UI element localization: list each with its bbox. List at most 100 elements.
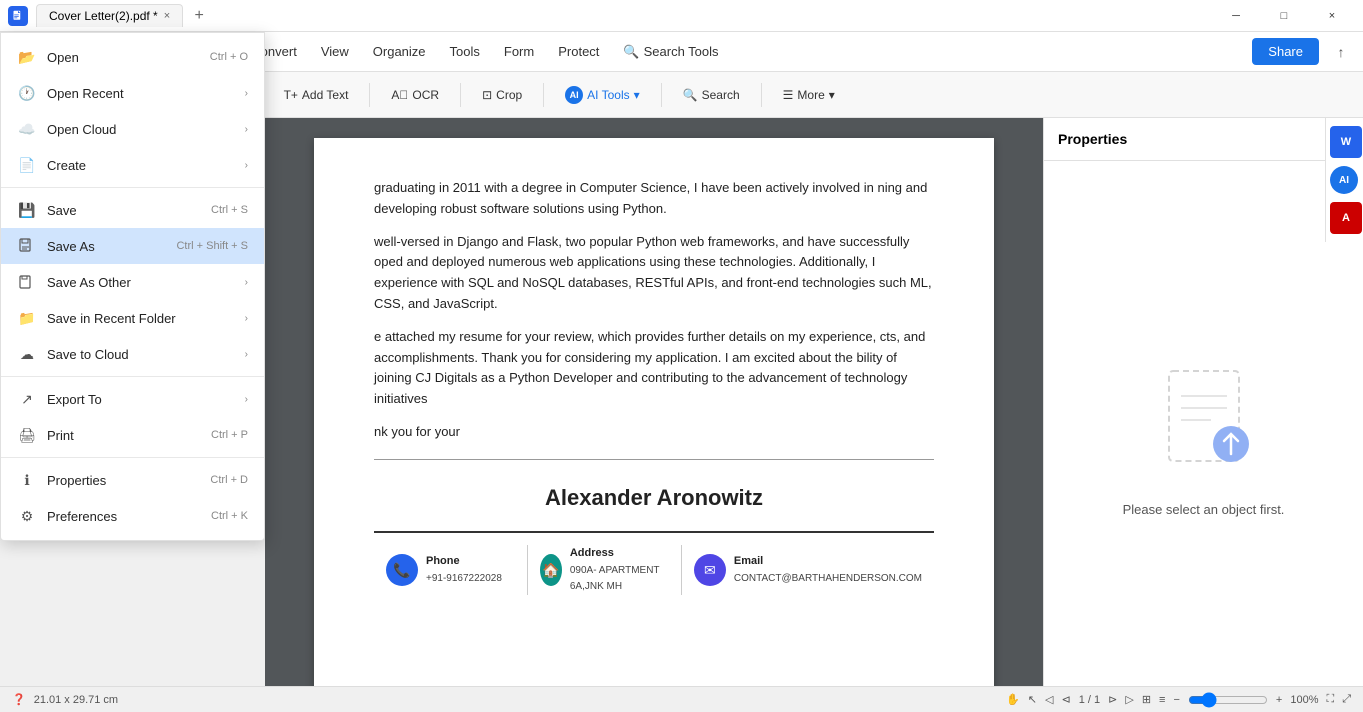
properties-panel-title: Properties [1058,131,1127,147]
upload-button[interactable]: ↑ [1327,38,1355,66]
properties-icon: ℹ [17,470,37,490]
empty-state-text: Please select an object first. [1123,502,1285,517]
close-button[interactable]: × [1309,0,1355,32]
menu-save-as-other[interactable]: Save As Other › [1,264,264,300]
ai-tools-arrow: ▾ [634,88,640,102]
tab-close-button[interactable]: × [164,10,170,22]
contact-address: 🏠 Address 090A- APARTMENT 6A,JNK MH [528,545,682,595]
more-button[interactable]: ☰ More ▾ [774,82,844,108]
toolbar-separator-8 [761,83,762,107]
page-last[interactable]: ⊳ [1108,693,1117,706]
save-icon: 💾 [17,200,37,220]
email-label: Email [734,553,922,571]
ai-tools-button[interactable]: AI AI Tools ▾ [556,80,649,110]
search-tools-icon: 🔍 [623,44,639,60]
address-value: 090A- APARTMENT 6A,JNK MH [570,563,669,595]
minimize-button[interactable]: ─ [1213,0,1259,32]
email-value: CONTACT@BARTHAHENDERSON.COM [734,571,922,587]
ai-icon: AI [565,86,583,104]
help-icon[interactable]: ❓ [12,693,26,706]
menu-view[interactable]: View [311,40,359,63]
zoom-slider[interactable] [1188,692,1268,708]
search-button[interactable]: 🔍 Search [674,82,749,108]
author-name: Alexander Aronowitz [374,480,934,515]
email-icon: ✉ [694,554,726,586]
menu-save-cloud[interactable]: ☁ Save to Cloud › [1,336,264,372]
window-controls: ─ □ × [1213,0,1355,32]
print-icon: 🖨 [17,425,37,445]
ai-sidebar-icon[interactable]: AI [1330,166,1358,194]
document-area[interactable]: graduating in 2011 with a degree in Comp… [265,118,1043,712]
menu-create[interactable]: 📄 Create › [1,147,264,183]
menu-properties[interactable]: ℹ Properties Ctrl + D [1,462,264,498]
maximize-button[interactable]: □ [1261,0,1307,32]
ocr-button[interactable]: A⃞ OCR [382,82,448,108]
acrobat-sidebar-icon[interactable]: A [1330,202,1362,234]
contact-email: ✉ Email CONTACT@BARTHAHENDERSON.COM [682,545,934,595]
file-menu-separator-2 [1,376,264,377]
menu-save[interactable]: 💾 Save Ctrl + S [1,192,264,228]
create-icon: 📄 [17,155,37,175]
zoom-in-button[interactable]: + [1276,694,1282,706]
phone-value: +91-9167222028 [426,571,502,587]
page-indicator: 1 / 1 [1079,694,1100,706]
save-as-icon [17,236,37,256]
app-icon [8,6,28,26]
new-tab-button[interactable]: + [187,4,211,28]
statusbar: ❓ 21.01 x 29.71 cm ✋ ↖ ◁ ⊲ 1 / 1 ⊳ ▷ ⊞ ≡… [0,686,1363,712]
contact-section: 📞 Phone +91-9167222028 🏠 Address 090A- A… [374,531,934,595]
menu-search-tools[interactable]: 🔍 Search Tools [613,40,728,64]
file-menu-separator-3 [1,457,264,458]
export-icon: ↗ [17,389,37,409]
scroll-mode[interactable]: ≡ [1159,694,1165,706]
fullscreen-button[interactable]: ⤢ [1342,693,1351,706]
toolbar-separator-5 [460,83,461,107]
menu-save-recent-folder[interactable]: 📁 Save in Recent Folder › [1,300,264,336]
word-sidebar-icon[interactable]: W [1330,126,1362,158]
properties-panel: Properties × Please select an object fir… [1043,118,1363,712]
add-text-button[interactable]: T+ Add Text [275,82,358,108]
address-label: Address [570,545,669,563]
doc-footer-divider [374,459,934,460]
fit-page-button[interactable]: ⛶ [1326,693,1334,706]
tab-label: Cover Letter(2).pdf * [49,9,158,23]
share-button[interactable]: Share [1252,38,1319,65]
doc-closing: nk you for your [374,422,934,443]
document-tab[interactable]: Cover Letter(2).pdf * × [36,4,183,27]
toolbar-separator-4 [369,83,370,107]
menu-save-as[interactable]: Save As Ctrl + Shift + S [1,228,264,264]
crop-button[interactable]: ⊡ Crop [473,82,531,108]
more-arrow: ▾ [829,88,835,102]
phone-label: Phone [426,553,502,571]
recent-icon: 🕐 [17,83,37,103]
page-first[interactable]: ⊲ [1061,693,1070,706]
menu-protect[interactable]: Protect [548,40,609,63]
menu-open-cloud[interactable]: ☁️ Open Cloud › [1,111,264,147]
save-other-icon [17,272,37,292]
doc-paragraph-2: well-versed in Django and Flask, two pop… [374,232,934,315]
page-next[interactable]: ▷ [1125,693,1133,706]
menu-form[interactable]: Form [494,40,544,63]
menu-organize[interactable]: Organize [363,40,436,63]
menu-export[interactable]: ↗ Export To › [1,381,264,417]
file-menu-dropdown: 📂 Open Ctrl + O 🕐 Open Recent › ☁️ Open … [0,32,265,541]
document-page: graduating in 2011 with a degree in Comp… [314,138,994,698]
address-icon: 🏠 [540,554,562,586]
menu-print[interactable]: 🖨 Print Ctrl + P [1,417,264,453]
preferences-icon: ⚙ [17,506,37,526]
view-mode[interactable]: ⊞ [1142,693,1151,706]
menu-preferences[interactable]: ⚙ Preferences Ctrl + K [1,498,264,534]
doc-paragraph-3: e attached my resume for your review, wh… [374,327,934,410]
file-menu-separator-1 [1,187,264,188]
main-layout: 📂 Open Ctrl + O 🕐 Open Recent › ☁️ Open … [0,118,1363,712]
titlebar: Cover Letter(2).pdf * × + ─ □ × [0,0,1363,32]
menu-tools[interactable]: Tools [440,40,490,63]
crop-icon: ⊡ [482,88,492,102]
phone-icon: 📞 [386,554,418,586]
zoom-out-button[interactable]: − [1173,694,1179,706]
cursor-tool[interactable]: ✋ [1006,693,1020,706]
select-tool[interactable]: ↖ [1028,693,1037,706]
menu-open-recent[interactable]: 🕐 Open Recent › [1,75,264,111]
menu-open[interactable]: 📂 Open Ctrl + O [1,39,264,75]
page-prev[interactable]: ◁ [1045,693,1053,706]
